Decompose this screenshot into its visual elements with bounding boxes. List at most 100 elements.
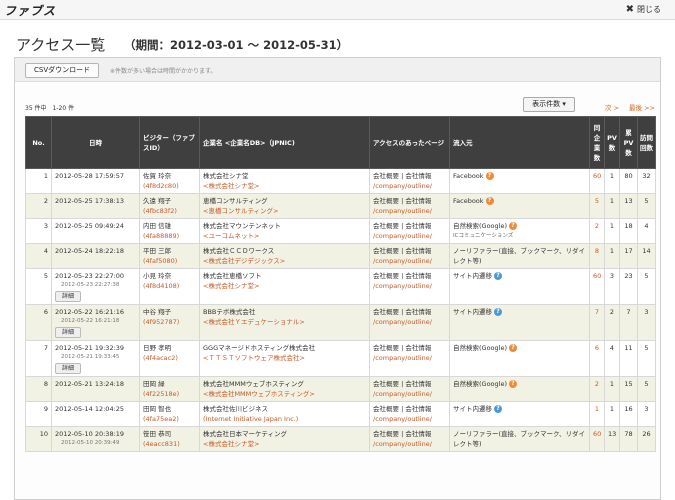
info-icon[interactable]: ? <box>509 222 517 230</box>
row-date-sub: 2012-05-21 19:33:45 <box>61 354 120 360</box>
visits-link[interactable]: 1 <box>595 405 599 413</box>
page-path-link[interactable]: /company/outline/ <box>373 206 446 216</box>
row-times: 5 <box>637 376 656 402</box>
col-times: 訪問回数 <box>637 116 656 169</box>
info-icon[interactable]: ? <box>494 405 502 413</box>
visitor-name: 平田 三郎 <box>143 247 172 255</box>
page-path-link[interactable]: /company/outline/ <box>373 317 446 327</box>
company-db-link[interactable]: <恵橋コンサルティング> <box>203 206 366 216</box>
row-company-cell: 株式会社恵橋ソフト <株式会社シナ堂> <box>199 268 370 305</box>
page-path-link[interactable]: /company/outline/ <box>373 231 446 241</box>
company-db-link[interactable]: <株式会社Ｙエデュケーショナル> <box>203 317 366 327</box>
visits-link[interactable]: 60 <box>593 172 601 180</box>
visitor-id-link[interactable]: (4faf5080) <box>143 256 196 266</box>
info-icon[interactable]: ? <box>509 380 517 388</box>
page-path-link[interactable]: /company/outline/ <box>373 439 446 449</box>
page-path-link[interactable]: /company/outline/ <box>373 181 446 191</box>
company-name: 株式会社ＣＣＤワークス <box>203 247 275 255</box>
inflow-line: 自然検索(Google)? <box>453 221 586 231</box>
visits-link[interactable]: 60 <box>593 430 601 438</box>
csv-download-button[interactable]: CSVダウンロード <box>25 63 100 78</box>
row-visits: 5 <box>589 193 605 219</box>
visits-link[interactable]: 5 <box>595 197 599 205</box>
visitor-id-link[interactable]: (4f8d4108) <box>143 281 196 291</box>
row-visits: 6 <box>589 340 605 377</box>
row-inflow-cell: ノーリファラー(直接、ブックマーク、リダイレクト等) <box>449 426 590 452</box>
row-times: 14 <box>637 243 656 269</box>
row-visits: 60 <box>589 168 605 194</box>
table-row: 3 2012-05-25 09:49:24 内田 信雄 (4fa88889) 株式会社マ… <box>25 218 656 244</box>
inflow-text: Facebook <box>453 172 484 180</box>
company-db-link[interactable]: <株式会社デジデジックス> <box>203 256 366 266</box>
row-cum-pv: 13 <box>619 193 638 219</box>
visitor-id-link[interactable]: (4fbc83f2) <box>143 206 196 216</box>
inflow-line: 自然検索(Google)? <box>453 379 586 389</box>
company-db-link[interactable]: <株式会社シナ堂> <box>203 181 366 191</box>
row-company-cell: BBBテボ株式会社 <株式会社Ｙエデュケーショナル> <box>199 304 370 341</box>
info-icon[interactable]: ? <box>485 172 494 180</box>
visitor-id-link[interactable]: (4f4acac2) <box>143 353 196 363</box>
detail-button[interactable]: 詳細 <box>55 291 82 302</box>
visits-link[interactable]: 2 <box>595 222 599 230</box>
page-title-text: 会社概要 | 会社情報 <box>373 380 432 388</box>
close-label: 閉じる <box>637 5 661 14</box>
inflow-text: 自然検索(Google) <box>453 380 507 388</box>
inflow-text: サイト内遷移 <box>453 272 492 280</box>
visits-link[interactable]: 60 <box>593 272 601 280</box>
company-db-link[interactable]: <ユーコムネット> <box>203 231 366 241</box>
company-db-link[interactable]: (Internet Initiative Japan Inc.) <box>203 414 366 424</box>
row-company-cell: 株式会社MMMウェブホスティング <株式会社MMMウェブホスティング> <box>199 376 370 402</box>
detail-button[interactable]: 詳細 <box>55 327 82 338</box>
info-icon[interactable]: ? <box>494 272 502 280</box>
company-db-link[interactable]: <ＴＴＳＴソフトウェア株式会社> <box>203 353 366 363</box>
table-row: 10 2012-05-10 20:38:19 2012-05-10 20:39:49… <box>25 426 656 452</box>
visitor-id-link[interactable]: (4eacc831) <box>143 439 196 449</box>
close-button[interactable]: ✖ 閉じる <box>626 4 661 15</box>
info-icon[interactable]: ? <box>509 344 517 352</box>
company-db-link[interactable]: <株式会社シナ堂> <box>203 439 366 449</box>
page-path-link[interactable]: /company/outline/ <box>373 281 446 291</box>
page-path-link[interactable]: /company/outline/ <box>373 353 446 363</box>
visitor-id-link[interactable]: (4f8d2c80) <box>143 181 196 191</box>
page-path-link[interactable]: /company/outline/ <box>373 389 446 399</box>
row-date: 2012-05-10 20:38:19 <box>55 430 125 438</box>
info-icon[interactable]: ? <box>485 197 494 205</box>
detail-button[interactable]: 詳細 <box>55 363 82 374</box>
visits-link[interactable]: 2 <box>595 380 599 388</box>
row-cum-pv: 23 <box>619 268 638 305</box>
row-times: 3 <box>637 401 656 427</box>
visitor-id-link[interactable]: (4fa75ea2) <box>143 414 196 424</box>
visits-link[interactable]: 7 <box>595 308 599 316</box>
inflow-line: サイト内遷移? <box>453 271 586 281</box>
info-icon[interactable]: ? <box>494 308 502 316</box>
visits-link[interactable]: 8 <box>595 247 599 255</box>
col-visitor: ビジター（ファブスID） <box>139 116 200 169</box>
row-cum-pv: 15 <box>619 376 638 402</box>
visitor-name: 田岡 智也 <box>143 405 172 413</box>
company-db-link[interactable]: <株式会社シナ堂> <box>203 281 366 291</box>
visitor-id-link[interactable]: (4fa88889) <box>143 231 196 241</box>
visits-link[interactable]: 6 <box>595 344 599 352</box>
page-path-link[interactable]: /company/outline/ <box>373 256 446 266</box>
visitor-id-link[interactable]: (4f22518e) <box>143 389 196 399</box>
access-table: No. 日時 ビジター（ファブスID） 企業名 <企業名DB>（JPNIC) ア… <box>25 116 656 452</box>
csv-toolbar: CSVダウンロード ※件数が多い場合は時間がかかります。 <box>15 58 660 82</box>
row-date-sub: 2012-05-10 20:39:49 <box>61 440 120 446</box>
row-page-cell: 会社概要 | 会社情報/company/outline/ <box>369 426 450 452</box>
company-name: 株式会社佐川ビジネス <box>203 405 268 413</box>
display-count-dropdown[interactable]: 表示件数 ▾ <box>523 97 575 112</box>
visitor-id-link[interactable]: (4f952787) <box>143 317 196 327</box>
pager-next-link[interactable]: 次 > <box>605 102 619 112</box>
row-visitor-cell: 田岡 緑 (4f22518e) <box>139 376 200 402</box>
pager-last-link[interactable]: 最後 >> <box>629 102 655 112</box>
row-visitor-cell: 田岡 智也 (4fa75ea2) <box>139 401 200 427</box>
row-times: 5 <box>637 193 656 219</box>
visitor-name: 日野 孝明 <box>143 344 172 352</box>
company-db-link[interactable]: <株式会社MMMウェブホスティング> <box>203 389 366 399</box>
page-path-link[interactable]: /company/outline/ <box>373 414 446 424</box>
row-page-cell: 会社概要 | 会社情報/company/outline/ <box>369 168 450 194</box>
row-no: 2 <box>25 193 52 219</box>
visitor-name: 小見 玲奈 <box>143 272 172 280</box>
inflow-line: サイト内遷移? <box>453 404 586 414</box>
row-times: 5 <box>637 268 656 305</box>
